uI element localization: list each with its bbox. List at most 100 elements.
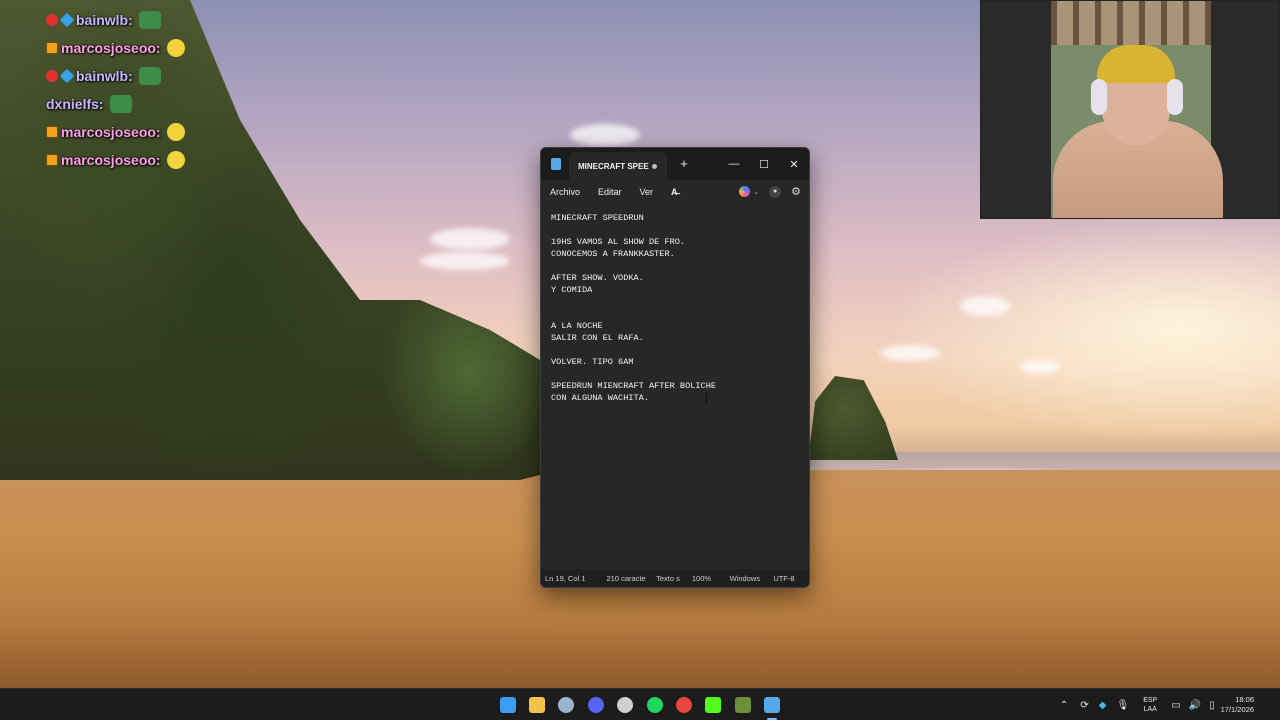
menu-bar: Archivo Editar Ver A̶ ⌄ ● ⚙ [541, 180, 809, 204]
badge-icon [46, 14, 58, 26]
cloud [420, 252, 510, 270]
close-button[interactable]: ✕ [779, 148, 809, 180]
unsaved-dot-icon[interactable] [652, 163, 657, 169]
discord-icon [588, 697, 604, 713]
system-tray: ⌃ ⟳ ◆ 🎙 ESP LAA ▭ 🔊 ▯ 18:06 17/1/2026 [1060, 689, 1254, 720]
minecraft-icon[interactable] [733, 695, 753, 715]
chrome-icon [676, 697, 692, 713]
stream-chat: bainwlb: marcosjoseoo: bainwlb: dxnielfs… [46, 6, 236, 174]
minecraft-icon [735, 697, 751, 713]
sync-icon[interactable]: ⟳ [1080, 700, 1088, 711]
maximize-button[interactable]: ☐ [749, 148, 779, 180]
steam-icon[interactable] [556, 695, 576, 715]
tab-document[interactable]: MINECRAFT SPEE [569, 152, 667, 180]
line-ending[interactable]: Windows [722, 574, 766, 583]
chat-username: dxnielfs: [46, 96, 104, 112]
badge-icon [46, 70, 58, 82]
text-format: Texto s [656, 573, 680, 583]
cloud [1020, 360, 1060, 374]
emote-icon [166, 151, 185, 169]
new-tab-button[interactable]: + [676, 154, 692, 174]
status-bar: Ln 19, Col 1 210 caracte Texto s 100% Wi… [541, 569, 809, 587]
cloud [430, 228, 510, 250]
notepad-window[interactable]: MINECRAFT SPEE + — ☐ ✕ Archivo Editar Ve… [540, 147, 810, 588]
toolbar-right: ⌄ ● ⚙ [739, 185, 801, 198]
text-cursor-icon [706, 392, 708, 404]
badge-icon [46, 154, 58, 166]
menu-edit[interactable]: Editar [598, 187, 622, 197]
clock-date: 17/1/2026 [1220, 705, 1254, 714]
file-explorer-icon[interactable] [527, 695, 547, 715]
volume-icon[interactable]: 🔊 [1189, 700, 1201, 711]
rock-islet [808, 376, 898, 460]
clock-time: 18:06 [1235, 695, 1254, 704]
chat-username: marcosjoseoo: [61, 152, 161, 168]
cloud [960, 296, 1010, 316]
obs-icon[interactable] [615, 695, 635, 715]
notepad-icon [764, 697, 780, 713]
chat-message: bainwlb: [46, 6, 236, 34]
chat-message: marcosjoseoo: [46, 34, 236, 62]
emote-icon [138, 11, 161, 29]
emote-icon [166, 123, 185, 141]
chat-username: marcosjoseoo: [61, 124, 161, 140]
badge-icon [46, 42, 58, 54]
copilot-icon[interactable] [739, 186, 751, 197]
chat-message: marcosjoseoo: [46, 146, 236, 174]
zoom-level[interactable]: 100% [684, 574, 722, 583]
cloud [570, 124, 640, 146]
emote-icon [138, 67, 161, 85]
discord-icon[interactable] [586, 695, 606, 715]
emote-icon [166, 39, 185, 57]
notepad-icon [551, 158, 561, 170]
keyboard-layout: LAA [1143, 706, 1157, 713]
badge-icon [59, 12, 75, 28]
title-bar[interactable]: MINECRAFT SPEE + — ☐ ✕ [541, 148, 809, 180]
language-indicator[interactable]: ESP LAA [1143, 696, 1157, 714]
clock[interactable]: 18:06 17/1/2026 [1221, 695, 1254, 715]
obs-icon [617, 697, 633, 713]
text-editor[interactable]: MINECRAFT SPEEDRUN 19HS VAMOS AL SHOW DE… [541, 204, 809, 572]
chat-username: bainwlb: [76, 68, 133, 84]
menu-file[interactable]: Archivo [550, 187, 580, 197]
file-explorer-icon [529, 697, 545, 713]
kick-icon[interactable] [703, 695, 723, 715]
badge-icon [46, 126, 58, 138]
chevron-down-icon[interactable]: ⌄ [753, 188, 759, 196]
battery-icon[interactable]: ▯ [1209, 700, 1215, 711]
spotify-icon[interactable] [645, 695, 665, 715]
chat-message: marcosjoseoo: [46, 118, 236, 146]
language-code: ESP [1143, 697, 1158, 704]
menu-view[interactable]: Ver [640, 187, 654, 197]
chevron-up-icon[interactable]: ⌃ [1060, 700, 1068, 711]
chat-username: bainwlb: [76, 12, 133, 28]
gear-icon[interactable]: ⚙ [791, 185, 801, 198]
pergola [1051, 1, 1211, 45]
beanie [1097, 45, 1175, 83]
cloud [880, 345, 940, 361]
headphone [1167, 79, 1183, 115]
start-icon [500, 697, 516, 713]
chat-message: dxnielfs: [46, 90, 236, 118]
emote-icon [109, 95, 132, 113]
taskbar: ⌃ ⟳ ◆ 🎙 ESP LAA ▭ 🔊 ▯ 18:06 17/1/2026 [0, 688, 1280, 720]
notepad-icon[interactable] [762, 695, 782, 720]
microphone-icon[interactable]: 🎙 [1116, 700, 1129, 711]
char-count: 210 caracte [606, 573, 646, 583]
format-icon[interactable]: A̶ [671, 187, 678, 197]
tab-title: MINECRAFT SPEE [578, 161, 649, 171]
spotify-icon [647, 697, 663, 713]
minimize-button[interactable]: — [719, 148, 749, 180]
chat-message: bainwlb: [46, 62, 236, 90]
network-icon[interactable]: ▭ [1171, 700, 1180, 711]
chrome-icon[interactable] [674, 695, 694, 715]
badge-icon [59, 68, 75, 84]
chat-username: marcosjoseoo: [61, 40, 161, 56]
security-icon[interactable]: ◆ [1099, 700, 1107, 711]
cursor-position: Ln 19, Col 1 [545, 573, 586, 583]
headphone [1091, 79, 1107, 115]
account-icon[interactable]: ● [769, 185, 782, 198]
kick-icon [705, 697, 721, 713]
start-icon[interactable] [498, 695, 518, 715]
encoding[interactable]: UTF-8 [765, 574, 809, 583]
